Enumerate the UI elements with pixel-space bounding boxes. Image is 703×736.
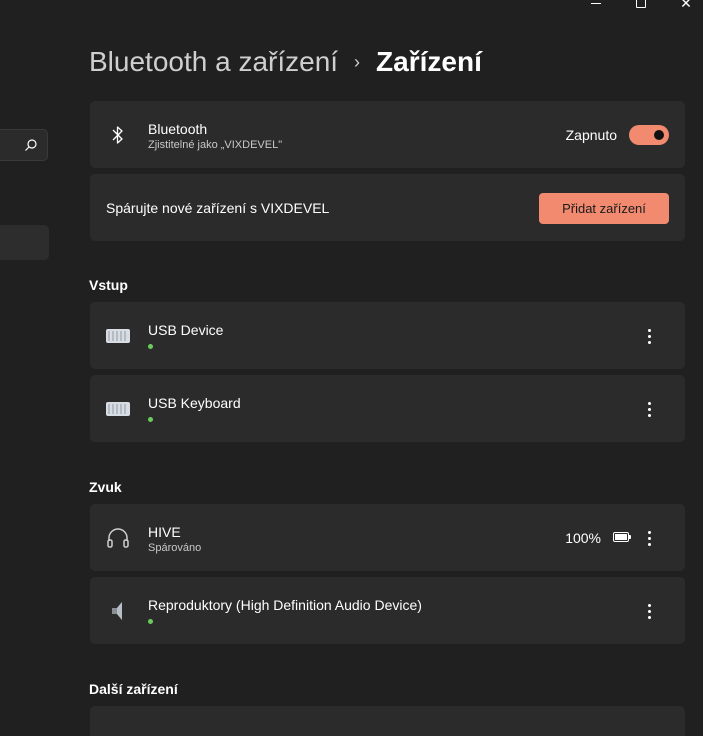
device-row[interactable] <box>90 706 685 736</box>
minimize-button[interactable] <box>576 0 616 12</box>
battery-icon <box>613 532 631 542</box>
section-other-heading: Další zařízení <box>89 681 178 697</box>
device-name: Reproduktory (High Definition Audio Devi… <box>148 597 422 613</box>
breadcrumb-parent[interactable]: Bluetooth a zařízení <box>89 46 338 78</box>
connected-indicator <box>148 417 153 422</box>
section-audio-heading: Zvuk <box>89 479 122 495</box>
headphones-icon <box>106 526 130 550</box>
device-name: USB Device <box>148 322 224 338</box>
toggle-knob <box>654 130 664 140</box>
battery-percentage: 100% <box>565 530 601 546</box>
bluetooth-icon <box>106 123 130 147</box>
device-status: Spárováno <box>148 542 202 554</box>
connected-indicator <box>148 344 153 349</box>
speaker-icon <box>106 599 130 623</box>
pair-device-text: Spárujte nové zařízení s VIXDEVEL <box>106 200 330 216</box>
connected-indicator <box>148 619 153 624</box>
more-options-button[interactable] <box>641 526 657 550</box>
maximize-button[interactable] <box>621 0 661 12</box>
add-device-button[interactable]: Přidat zařízení <box>539 193 669 224</box>
device-row[interactable]: HIVE Spárováno 100% <box>90 504 685 571</box>
device-row[interactable]: USB Keyboard <box>90 375 685 442</box>
chevron-right-icon: › <box>354 51 361 72</box>
device-row[interactable]: USB Device <box>90 302 685 369</box>
search-icon <box>25 139 37 151</box>
bluetooth-title: Bluetooth <box>148 121 208 137</box>
bluetooth-subtitle: Zjistitelné jako „VIXDEVEL" <box>148 139 283 151</box>
more-options-button[interactable] <box>641 324 657 348</box>
bluetooth-card: Bluetooth Zjistitelné jako „VIXDEVEL" Za… <box>90 101 685 168</box>
close-icon: ✕ <box>680 0 692 11</box>
maximize-icon <box>636 0 646 8</box>
page-title: Zařízení <box>376 46 482 77</box>
device-name: HIVE <box>148 524 181 540</box>
section-input-heading: Vstup <box>89 277 128 293</box>
search-input[interactable] <box>0 129 48 161</box>
close-button[interactable]: ✕ <box>666 0 703 11</box>
keyboard-icon <box>106 397 130 421</box>
sidebar-item-selected[interactable] <box>0 225 49 260</box>
minimize-icon <box>591 2 601 4</box>
device-row[interactable]: Reproduktory (High Definition Audio Devi… <box>90 577 685 644</box>
bluetooth-toggle-label: Zapnuto <box>565 127 617 143</box>
keyboard-icon <box>106 324 130 348</box>
breadcrumb: Bluetooth a zařízení › Zařízení <box>89 46 482 78</box>
more-options-button[interactable] <box>641 397 657 421</box>
pair-device-card: Spárujte nové zařízení s VIXDEVEL Přidat… <box>90 174 685 241</box>
device-name: USB Keyboard <box>148 395 241 411</box>
bluetooth-toggle[interactable] <box>629 125 669 145</box>
more-options-button[interactable] <box>641 599 657 623</box>
